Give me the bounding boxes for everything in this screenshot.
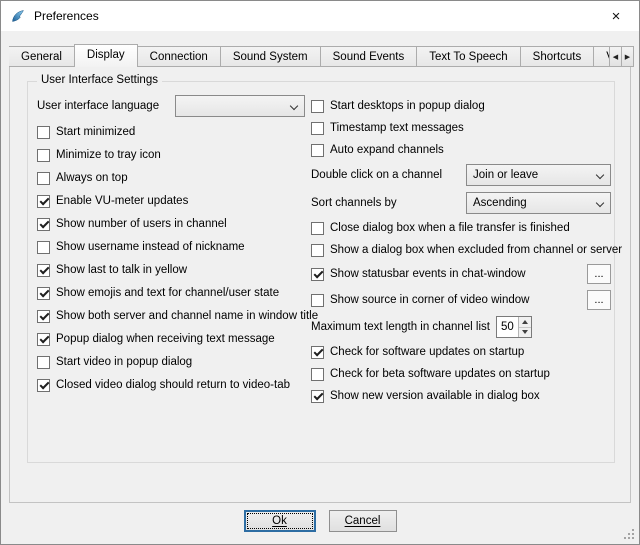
cancel-button[interactable]: Cancel bbox=[329, 510, 397, 532]
tab[interactable]: Shortcuts bbox=[520, 46, 595, 67]
footer: Ok Cancel bbox=[1, 510, 639, 532]
app-icon bbox=[10, 8, 26, 24]
right-arrow-icon: ▶ bbox=[625, 53, 630, 61]
tab-bar: General Display Connection Sound System … bbox=[9, 44, 609, 67]
close-icon: × bbox=[612, 9, 621, 24]
tab-label: Sound System bbox=[233, 51, 308, 63]
tab-label: Text To Speech bbox=[429, 51, 507, 63]
preferences-dialog: Preferences × General Display Connection… bbox=[0, 0, 640, 545]
tab[interactable]: General bbox=[9, 46, 75, 67]
tab-label: General bbox=[21, 51, 62, 63]
tab[interactable]: Display bbox=[74, 44, 138, 67]
tab[interactable]: Connection bbox=[137, 46, 221, 67]
tab[interactable]: Text To Speech bbox=[416, 46, 520, 67]
tab-scroll: ◀ ▶ bbox=[610, 46, 634, 67]
resize-grip-icon[interactable] bbox=[624, 529, 635, 540]
tab-label: Sound Events bbox=[333, 51, 405, 63]
left-arrow-icon: ◀ bbox=[613, 53, 618, 61]
close-button[interactable]: × bbox=[593, 1, 639, 31]
tab-pane bbox=[9, 66, 631, 503]
tab-label: Connection bbox=[150, 51, 208, 63]
window-title: Preferences bbox=[34, 9, 99, 23]
tab-label: Display bbox=[87, 49, 125, 61]
tab[interactable]: Sound System bbox=[220, 46, 321, 67]
ok-button[interactable]: Ok bbox=[244, 510, 316, 532]
tab[interactable]: Video bbox=[593, 46, 609, 67]
tab-label: Shortcuts bbox=[533, 51, 582, 63]
tab[interactable]: Sound Events bbox=[320, 46, 418, 67]
titlebar: Preferences × bbox=[1, 1, 639, 31]
tab-scroll-right-button[interactable]: ▶ bbox=[621, 46, 634, 67]
